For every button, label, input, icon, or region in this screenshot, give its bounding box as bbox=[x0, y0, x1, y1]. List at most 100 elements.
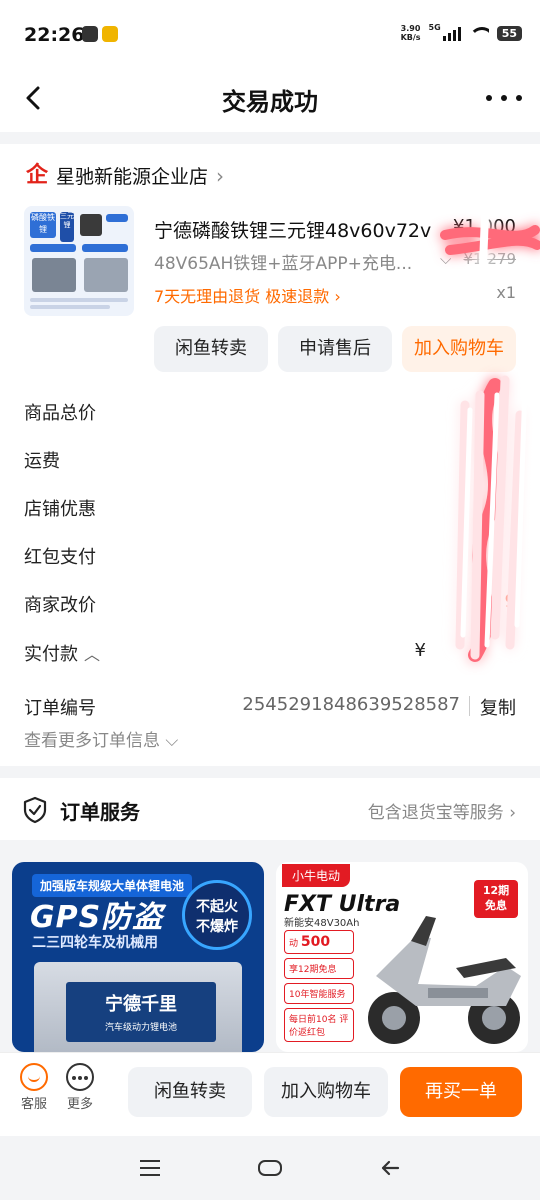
original-price: ¥1,279 bbox=[463, 250, 517, 268]
signal-icon bbox=[442, 25, 461, 41]
bottom-resell-button[interactable]: 闲鱼转卖 bbox=[128, 1067, 252, 1117]
perk-item: 享12期免息 bbox=[284, 958, 354, 979]
more-options-icon[interactable] bbox=[486, 86, 522, 110]
home-icon[interactable] bbox=[258, 1160, 282, 1176]
signal-type: 5G bbox=[428, 22, 441, 32]
status-indicators: 3.90 KB/s 5G 55 bbox=[401, 22, 522, 42]
thumb-caption bbox=[30, 298, 128, 302]
fee-label-paid: 实付款 ︿ bbox=[24, 640, 100, 666]
fee-label: 红包支付 bbox=[24, 547, 96, 568]
shield-check-icon bbox=[23, 796, 47, 824]
product-thumbnail[interactable]: 磷酸铁锂 三元锂 bbox=[24, 206, 134, 316]
network-speed-unit: KB/s bbox=[400, 33, 421, 42]
app-notification-icon bbox=[102, 26, 118, 42]
chevron-down-icon[interactable]: ⌵ bbox=[440, 250, 451, 268]
fee-label-text: 实付款 bbox=[24, 644, 78, 665]
ad-banner-scooter[interactable]: 小牛电动 FXT Ultra 新能安48V30Ah 12期 免息 动 500 享… bbox=[276, 862, 528, 1052]
perk-list: 动 500 享12期免息 10年智能服务 每日前10名 评价返红包 bbox=[284, 930, 354, 1046]
wifi-icon bbox=[468, 25, 489, 41]
status-bar: 22:26 3.90 KB/s 5G 55 bbox=[0, 0, 540, 66]
banner-brand: 小牛电动 bbox=[282, 864, 351, 887]
scooter-image bbox=[368, 916, 521, 1044]
thumb-charger bbox=[80, 214, 102, 236]
after-sales-button[interactable]: 申请售后 bbox=[278, 326, 392, 372]
fee-row-subtotal: 商品总价 bbox=[24, 399, 516, 429]
product-title[interactable]: 宁德磷酸铁锂三元锂48v60v72v bbox=[154, 216, 431, 243]
notification-icons bbox=[82, 26, 118, 42]
resell-button[interactable]: 闲鱼转卖 bbox=[154, 326, 268, 372]
badge-line: 12期 bbox=[482, 884, 510, 897]
perk-item: 10年智能服务 bbox=[284, 983, 354, 1004]
wechat-icon bbox=[82, 26, 98, 42]
copy-button[interactable]: 复制 bbox=[480, 694, 516, 720]
banner-safety-badge: 不起火 不爆炸 bbox=[182, 880, 252, 950]
order-service-desc: 包含退货宝等服务 › bbox=[367, 803, 516, 823]
recent-apps-icon[interactable] bbox=[140, 1160, 160, 1176]
bottom-add-cart-button[interactable]: 加入购物车 bbox=[264, 1067, 388, 1117]
page-title: 交易成功 bbox=[222, 88, 318, 116]
buy-again-button[interactable]: 再买一单 bbox=[400, 1067, 522, 1117]
fee-row-shop-discount: 店铺优惠 bbox=[24, 495, 516, 525]
battery-label: 宁德千里 汽车级动力锂电池 bbox=[66, 982, 216, 1042]
customer-service-label: 客服 bbox=[20, 1097, 47, 1112]
system-nav-bar bbox=[0, 1136, 540, 1200]
thumb-stripe bbox=[82, 244, 128, 252]
product-quantity: x1 bbox=[496, 283, 516, 302]
perk-value: 500 bbox=[300, 934, 331, 950]
customer-service-button[interactable]: 客服 bbox=[14, 1063, 54, 1112]
ad-banner-battery[interactable]: 加强版车规级大单体锂电池 GPS防盗 二三四轮车及机械用 不起火 不爆炸 宁德千… bbox=[12, 862, 264, 1052]
network-speed: 3.90 KB/s bbox=[401, 24, 421, 42]
banner-subtitle: 二三四轮车及机械用 bbox=[32, 935, 158, 951]
fee-row-shipping: 运费 bbox=[24, 447, 516, 477]
more-circle-icon bbox=[66, 1063, 94, 1091]
status-time: 22:26 bbox=[24, 24, 85, 46]
thumb-battery bbox=[84, 258, 128, 292]
order-number-label: 订单编号 bbox=[24, 698, 96, 719]
order-service-row[interactable]: 订单服务 包含退货宝等服务 › bbox=[0, 778, 540, 840]
scooter-model-sub: 新能安48V30Ah bbox=[284, 918, 360, 929]
fee-value: ¥ bbox=[414, 640, 426, 661]
shop-name: 星驰新能源企业店 bbox=[56, 166, 209, 188]
fee-label: 运费 bbox=[24, 451, 60, 472]
fee-label: 店铺优惠 bbox=[24, 499, 96, 520]
perk-prefix: 动 bbox=[289, 939, 299, 949]
product-price: ¥1,000 bbox=[453, 216, 516, 237]
battery-desc: 汽车级动力锂电池 bbox=[104, 1023, 177, 1033]
perk-item: 动 500 bbox=[284, 930, 354, 954]
order-card: 企 星驰新能源企业店 › 磷酸铁锂 三元锂 宁德磷酸铁锂三元锂48v60v72v… bbox=[0, 144, 540, 766]
return-policy-link[interactable]: 7天无理由退货 极速退款 › bbox=[154, 283, 341, 307]
thumb-tag-lfp: 磷酸铁锂 bbox=[30, 212, 56, 238]
thumb-tag-ncm: 三元锂 bbox=[60, 212, 74, 242]
fee-label: 商家改价 bbox=[24, 595, 96, 616]
thumb-label bbox=[106, 214, 128, 222]
nav-back-icon[interactable] bbox=[378, 1156, 402, 1180]
badge-line: 不起火 bbox=[196, 899, 238, 915]
shop-logo-icon: 企 bbox=[25, 162, 48, 188]
product-spec[interactable]: 48V65AH铁锂+蓝牙APP+充电... bbox=[154, 249, 412, 274]
order-number: 2545291848639528587 bbox=[242, 694, 460, 715]
network-speed-value: 3.90 bbox=[400, 24, 421, 33]
fee-label: 商品总价 bbox=[24, 403, 96, 424]
more-button[interactable]: 更多 bbox=[60, 1063, 100, 1112]
header: 交易成功 bbox=[0, 66, 540, 132]
chevron-up-icon[interactable]: ︿ bbox=[84, 645, 100, 664]
more-label: 更多 bbox=[66, 1097, 93, 1112]
more-order-info-link[interactable]: 查看更多订单信息 ⌵ bbox=[24, 726, 178, 751]
fee-row-paid[interactable]: 实付款 ︿ ¥ bbox=[24, 640, 516, 670]
thumb-battery bbox=[32, 258, 76, 292]
fee-value: ¥ 9 bbox=[487, 591, 516, 612]
add-to-cart-button[interactable]: 加入购物车 bbox=[402, 326, 516, 372]
battery-brand: 宁德千里 bbox=[105, 994, 177, 1015]
shop-link[interactable]: 企 星驰新能源企业店 › bbox=[24, 162, 224, 189]
order-service-title: 订单服务 bbox=[60, 800, 140, 824]
thumb-stripe bbox=[30, 244, 76, 252]
fee-row-price-change: 商家改价 ¥ 9 bbox=[24, 591, 516, 621]
banner-headline: GPS防盗 bbox=[30, 900, 164, 935]
bottom-action-bar: 客服 更多 闲鱼转卖 加入购物车 再买一单 bbox=[0, 1052, 540, 1136]
badge-line: 不爆炸 bbox=[196, 919, 238, 935]
perk-item: 每日前10名 评价返红包 bbox=[284, 1008, 354, 1042]
fee-row-red-packet: 红包支付 bbox=[24, 543, 516, 573]
divider bbox=[469, 696, 470, 716]
chevron-right-icon: › bbox=[216, 163, 225, 188]
battery-icon: 55 bbox=[496, 25, 522, 41]
